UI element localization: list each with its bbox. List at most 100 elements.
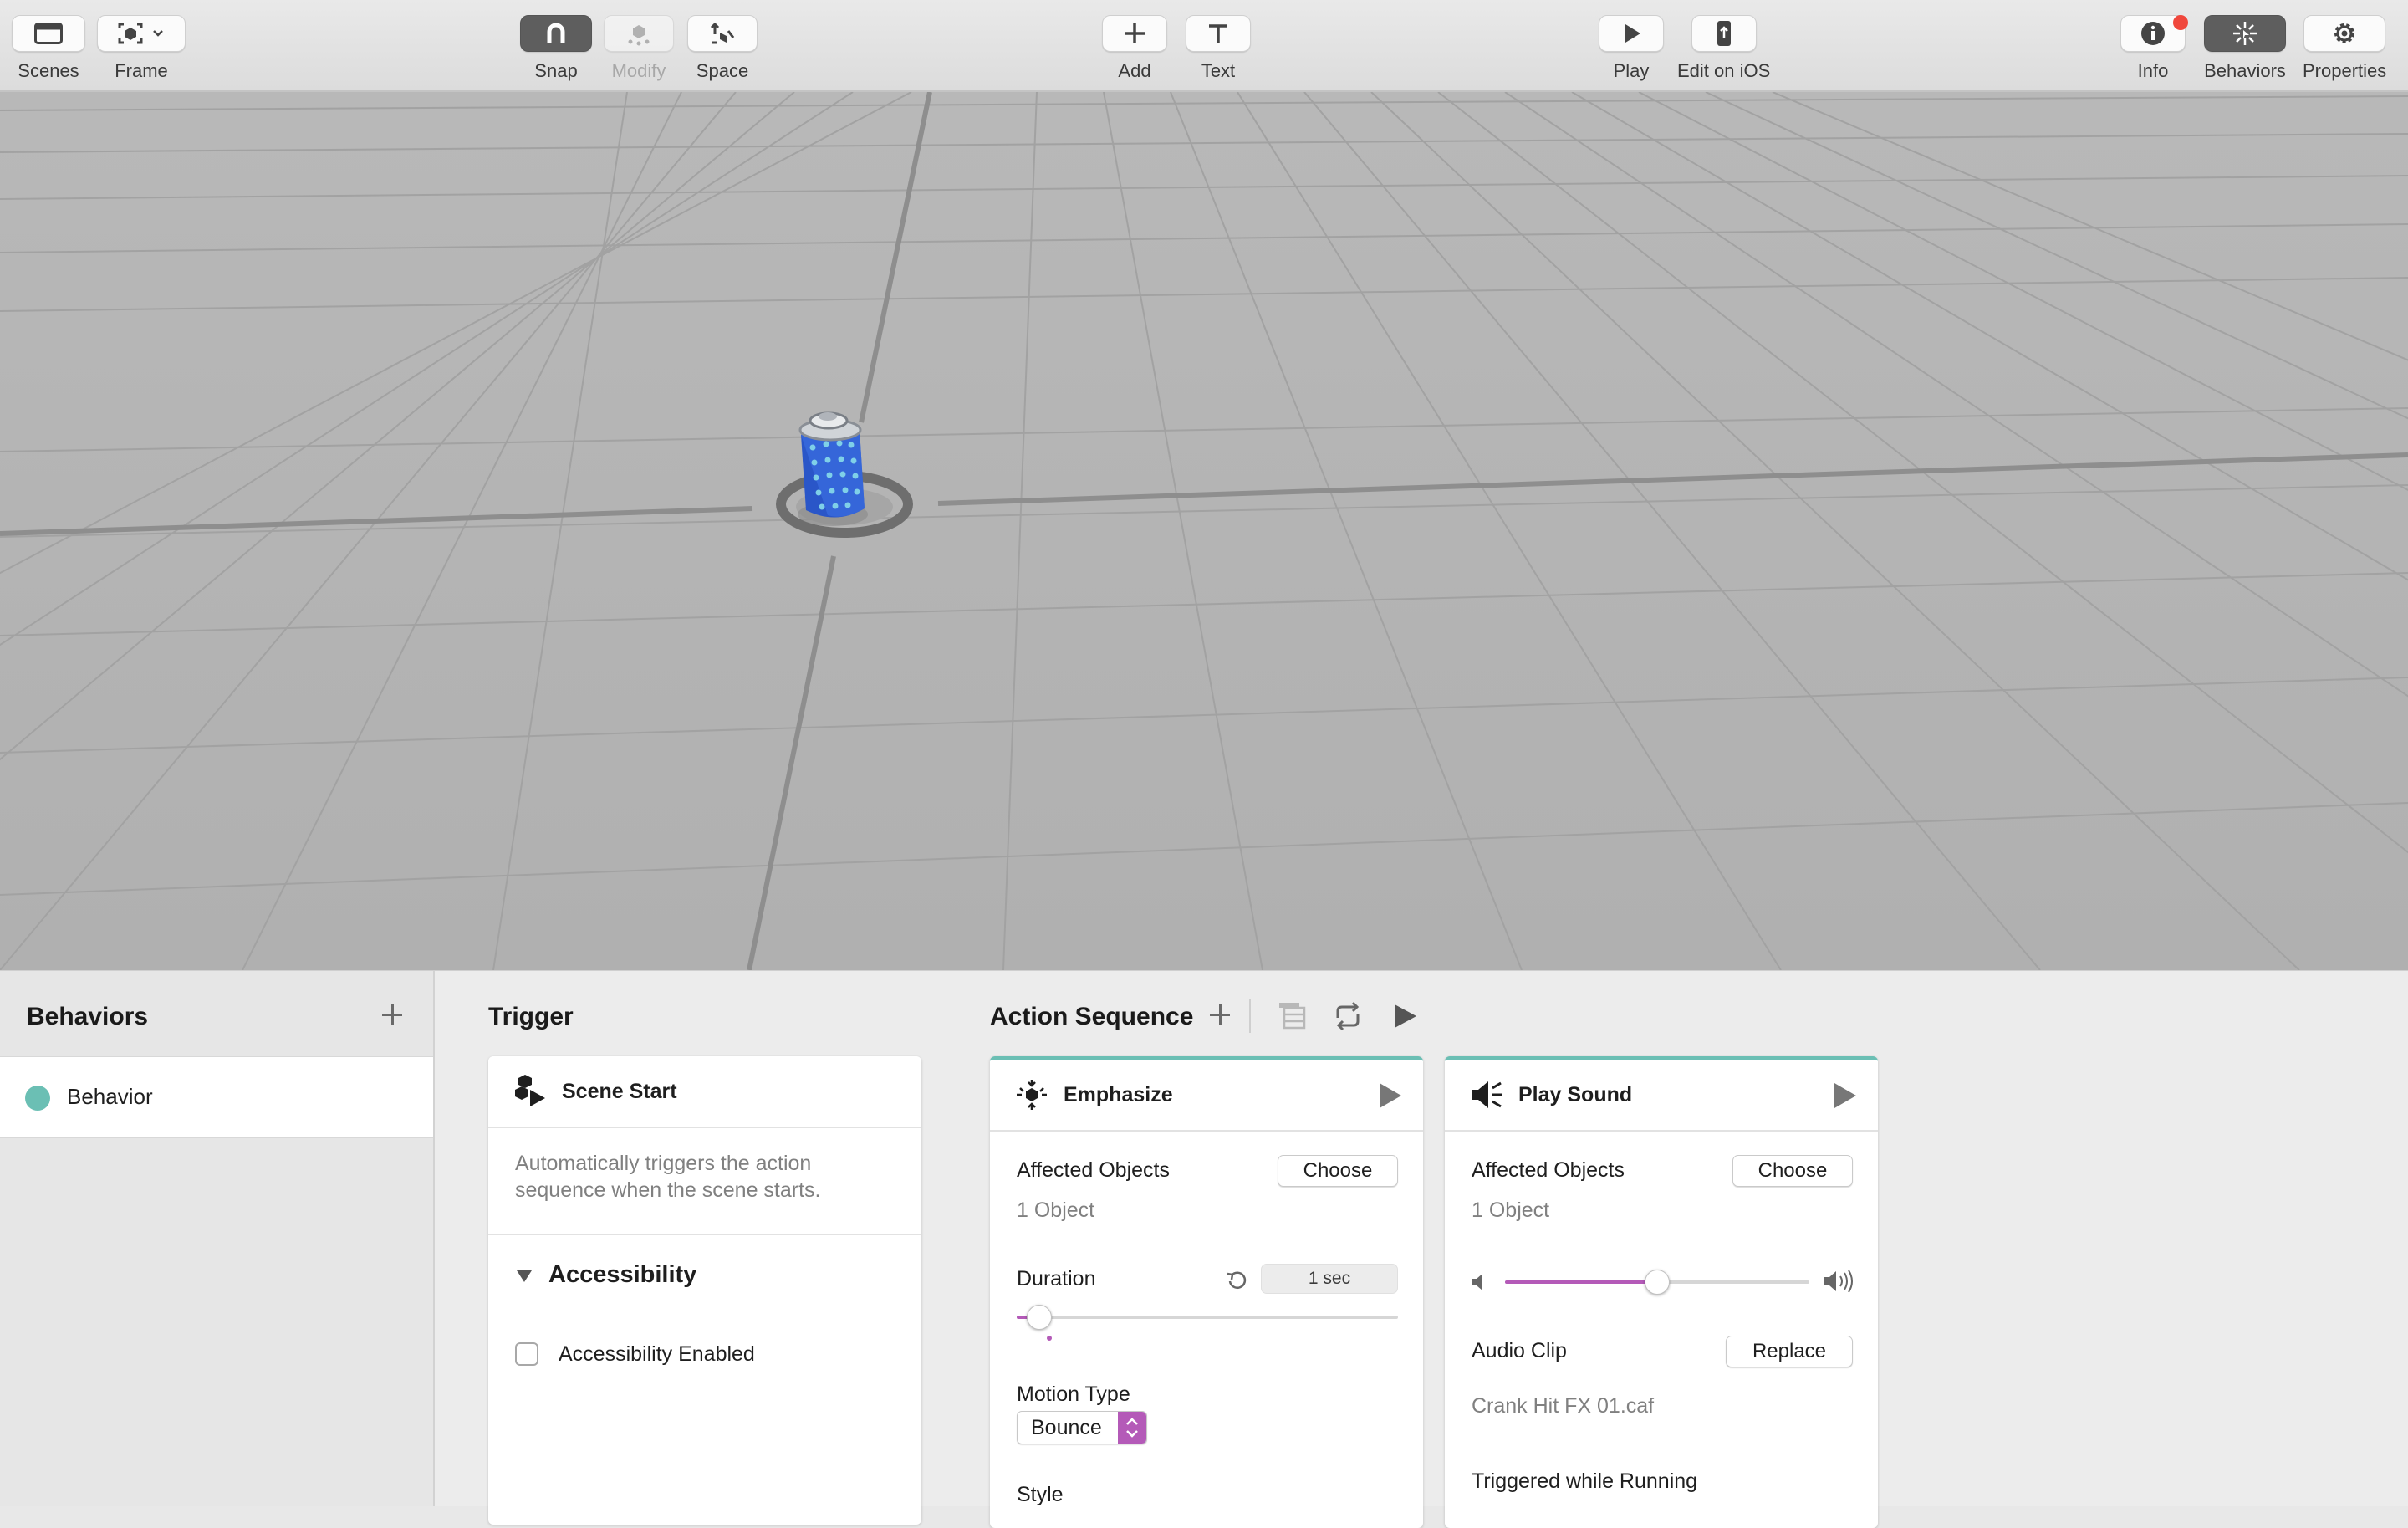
choose-button[interactable]: Choose [1278,1155,1398,1187]
emphasize-action-card: Emphasize Affected Objects Choose 1 Obje… [990,1056,1423,1528]
loop-icon[interactable] [1331,999,1365,1033]
trigger-title: Trigger [488,1003,574,1030]
replace-button[interactable]: Replace [1726,1336,1853,1367]
trigger-card: Scene Start Automatically triggers the a… [488,1056,921,1525]
info-label: Info [2137,60,2169,81]
modify-icon [604,15,674,52]
space-button[interactable]: Space [687,15,758,82]
play-sound-header[interactable]: Play Sound [1445,1060,1878,1132]
frame-label: Frame [115,60,168,81]
behaviors-editor: Behaviors Behavior Trigger Scene Start A… [0,970,2408,1528]
play-icon[interactable] [1380,1083,1401,1108]
snap-label: Snap [534,60,578,81]
affected-objects-label: Affected Objects [1472,1158,1625,1182]
add-button[interactable]: Add [1102,15,1167,82]
toolbar-divider [1249,999,1251,1033]
behaviors-label: Behaviors [2204,60,2286,81]
stepper-chevrons-icon [1118,1412,1146,1444]
play-sound-action-card: Play Sound Affected Objects Choose 1 Obj… [1445,1056,1878,1528]
frame-button[interactable]: Frame [97,15,186,82]
audio-clip-label: Audio Clip [1472,1339,1567,1362]
toolbar: Scenes Frame Snap Modify Space Add Text … [0,0,2408,92]
behaviors-icon [2204,15,2286,52]
audio-clip-name: Crank Hit FX 01.caf [1472,1394,1655,1418]
gear-icon [2303,15,2386,52]
triggered-while-running-label: Triggered while Running [1472,1469,1698,1493]
default-value-marker [1047,1336,1052,1341]
scenes-label: Scenes [18,60,79,81]
scenes-button[interactable]: Scenes [12,15,85,82]
speaker-icon [1472,1081,1502,1108]
space-icon [687,15,758,52]
motion-type-select[interactable]: Bounce [1017,1411,1147,1444]
play-icon[interactable] [1834,1083,1856,1108]
behaviors-button[interactable]: Behaviors [2204,15,2286,82]
behavior-color-dot [25,1086,50,1111]
accessibility-enabled-label: Accessibility Enabled [559,1342,755,1366]
scene-start-icon [515,1075,545,1106]
accessibility-checkbox[interactable] [515,1342,538,1366]
frame-icon [97,15,186,52]
motion-type-label: Motion Type [1017,1382,1130,1406]
volume-low-icon [1472,1274,1482,1290]
duration-value-field[interactable]: 1 sec [1261,1264,1398,1294]
volume-slider-knob[interactable] [1645,1270,1670,1295]
volume-slider-fill [1505,1280,1657,1284]
play-sequence-icon[interactable] [1390,1001,1420,1031]
emphasize-icon [1017,1080,1047,1110]
emphasize-title: Emphasize [1064,1083,1173,1106]
scene-viewport[interactable] [0,92,2408,970]
action-sequence-title: Action Sequence [990,1003,1194,1030]
info-button[interactable]: Info [2120,15,2188,82]
sidebar-icon [12,15,85,52]
phone-icon [1691,15,1757,52]
style-label: Style [1017,1483,1064,1506]
modify-label: Modify [611,60,666,81]
volume-high-icon [1824,1270,1853,1293]
divider [488,1234,921,1235]
group-actions-icon[interactable] [1276,999,1309,1033]
trigger-description-line1: Automatically triggers the action [515,1152,812,1175]
text-label: Text [1201,60,1236,81]
info-icon [2120,15,2188,52]
disclosure-triangle-icon[interactable] [517,1270,532,1282]
ground-grid [0,92,2408,970]
reset-icon[interactable] [1226,1269,1249,1292]
edit-on-ios-label: Edit on iOS [1677,60,1771,81]
accessibility-section-title[interactable]: Accessibility [548,1261,696,1289]
play-sound-title: Play Sound [1518,1083,1633,1106]
behaviors-pane: Behaviors Behavior [0,971,435,1506]
affected-objects-count: 1 Object [1017,1198,1095,1222]
properties-button[interactable]: Properties [2303,15,2386,82]
duration-slider[interactable] [1017,1316,1398,1319]
text-icon [1186,15,1251,52]
duration-label: Duration [1017,1267,1096,1290]
play-button[interactable]: Play [1599,15,1664,82]
add-behavior-button[interactable] [379,1001,406,1028]
affected-objects-label: Affected Objects [1017,1158,1170,1182]
behavior-list-item[interactable]: Behavior [0,1056,433,1138]
plus-icon [1102,15,1167,52]
trigger-description-line2: sequence when the scene starts. [515,1178,821,1202]
affected-objects-count: 1 Object [1472,1198,1550,1222]
duration-slider-knob[interactable] [1027,1305,1053,1330]
snap-button[interactable]: Snap [520,15,592,82]
notification-badge [2173,15,2188,30]
modify-button[interactable]: Modify [604,15,674,82]
text-button[interactable]: Text [1186,15,1251,82]
play-icon [1599,15,1664,52]
play-label: Play [1613,60,1650,81]
emphasize-header[interactable]: Emphasize [990,1060,1423,1132]
trigger-description: Automatically triggers the action sequen… [515,1150,821,1203]
trigger-card-header[interactable]: Scene Start [488,1056,921,1128]
scene-start-title: Scene Start [562,1080,677,1103]
add-action-button[interactable] [1207,1001,1233,1028]
behavior-label: Behavior [67,1084,153,1109]
magnet-icon [520,15,592,52]
choose-button[interactable]: Choose [1732,1155,1853,1187]
space-label: Space [696,60,749,81]
edit-on-ios-button[interactable]: Edit on iOS [1677,15,1770,82]
behaviors-title: Behaviors [27,1003,149,1030]
motion-type-value: Bounce [1031,1416,1102,1439]
properties-label: Properties [2303,60,2387,81]
